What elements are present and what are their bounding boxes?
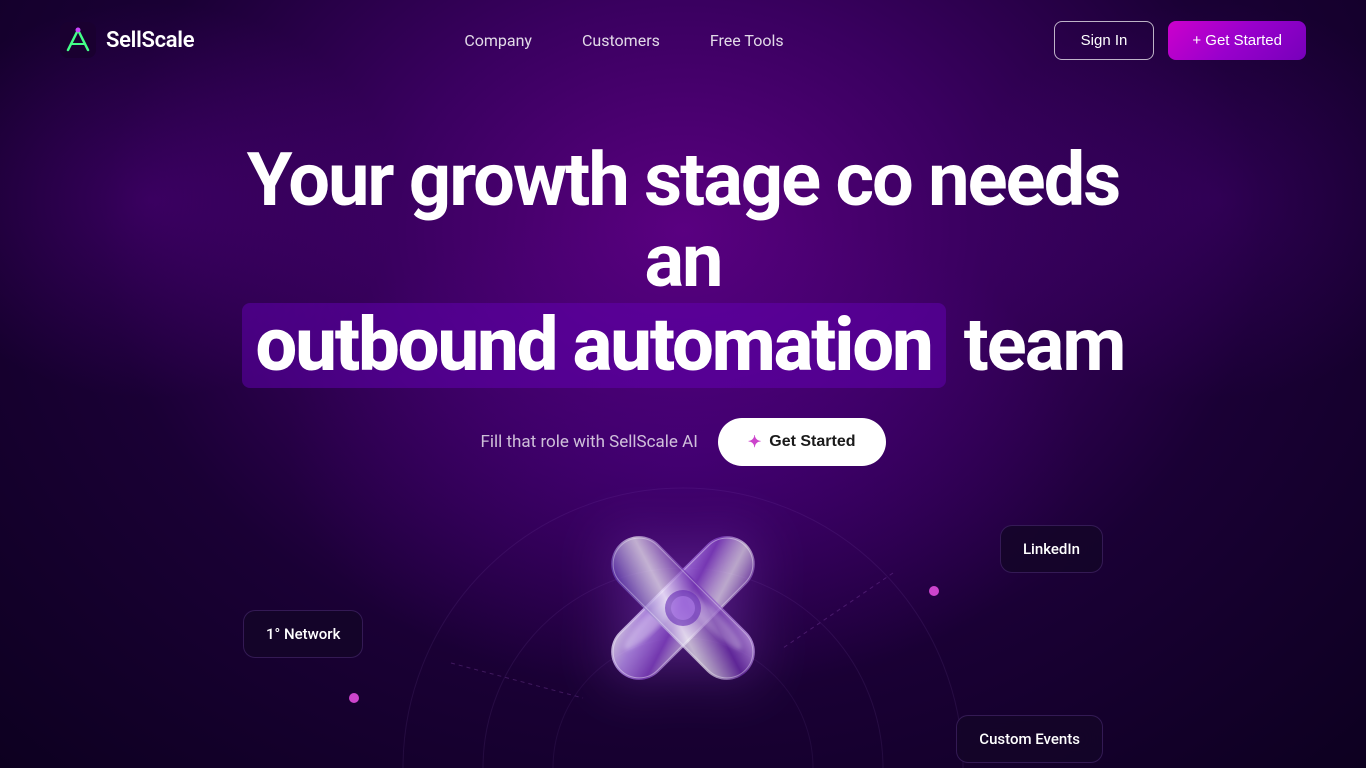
navbar: SellScale Company Customers Free Tools S…	[0, 0, 1366, 80]
nav-link-customers[interactable]: Customers	[582, 31, 660, 50]
nav-links: Company Customers Free Tools	[464, 31, 783, 50]
custom-events-label: Custom Events	[979, 730, 1080, 748]
star-icon: ✦	[748, 432, 761, 452]
hero-3d-object	[543, 478, 823, 738]
hero-title: Your growth stage co needs an outbound a…	[208, 140, 1158, 388]
get-started-nav-button[interactable]: + Get Started	[1168, 21, 1306, 60]
hero-subtitle: Fill that role with SellScale AI ✦ Get S…	[0, 418, 1366, 466]
card-linkedin: LinkedIn	[1000, 525, 1103, 573]
nav-link-company[interactable]: Company	[464, 31, 532, 50]
hero-cta-label: Get Started	[769, 433, 855, 451]
nav-link-free-tools[interactable]: Free Tools	[710, 31, 784, 50]
linkedin-dot	[929, 586, 939, 596]
hero-section: Your growth stage co needs an outbound a…	[0, 80, 1366, 466]
get-started-hero-button[interactable]: ✦ Get Started	[718, 418, 886, 466]
nav-actions: Sign In + Get Started	[1054, 21, 1306, 60]
hero-title-line1: Your growth stage co needs an	[208, 140, 1158, 303]
signin-button[interactable]: Sign In	[1054, 21, 1155, 60]
hero-subtitle-text: Fill that role with SellScale AI	[480, 432, 697, 452]
network-dot	[349, 693, 359, 703]
card-network: 1° Network	[243, 610, 363, 658]
logo[interactable]: SellScale	[60, 22, 194, 58]
network-label: 1° Network	[266, 625, 340, 643]
linkedin-label: LinkedIn	[1023, 540, 1080, 558]
logo-icon	[60, 22, 96, 58]
logo-text: SellScale	[106, 28, 194, 53]
hero-highlight: outbound automation	[242, 303, 946, 388]
card-custom-events: Custom Events	[956, 715, 1103, 763]
page-wrapper: SellScale Company Customers Free Tools S…	[0, 0, 1366, 768]
hero-title-line2: outbound automation team	[208, 303, 1158, 388]
